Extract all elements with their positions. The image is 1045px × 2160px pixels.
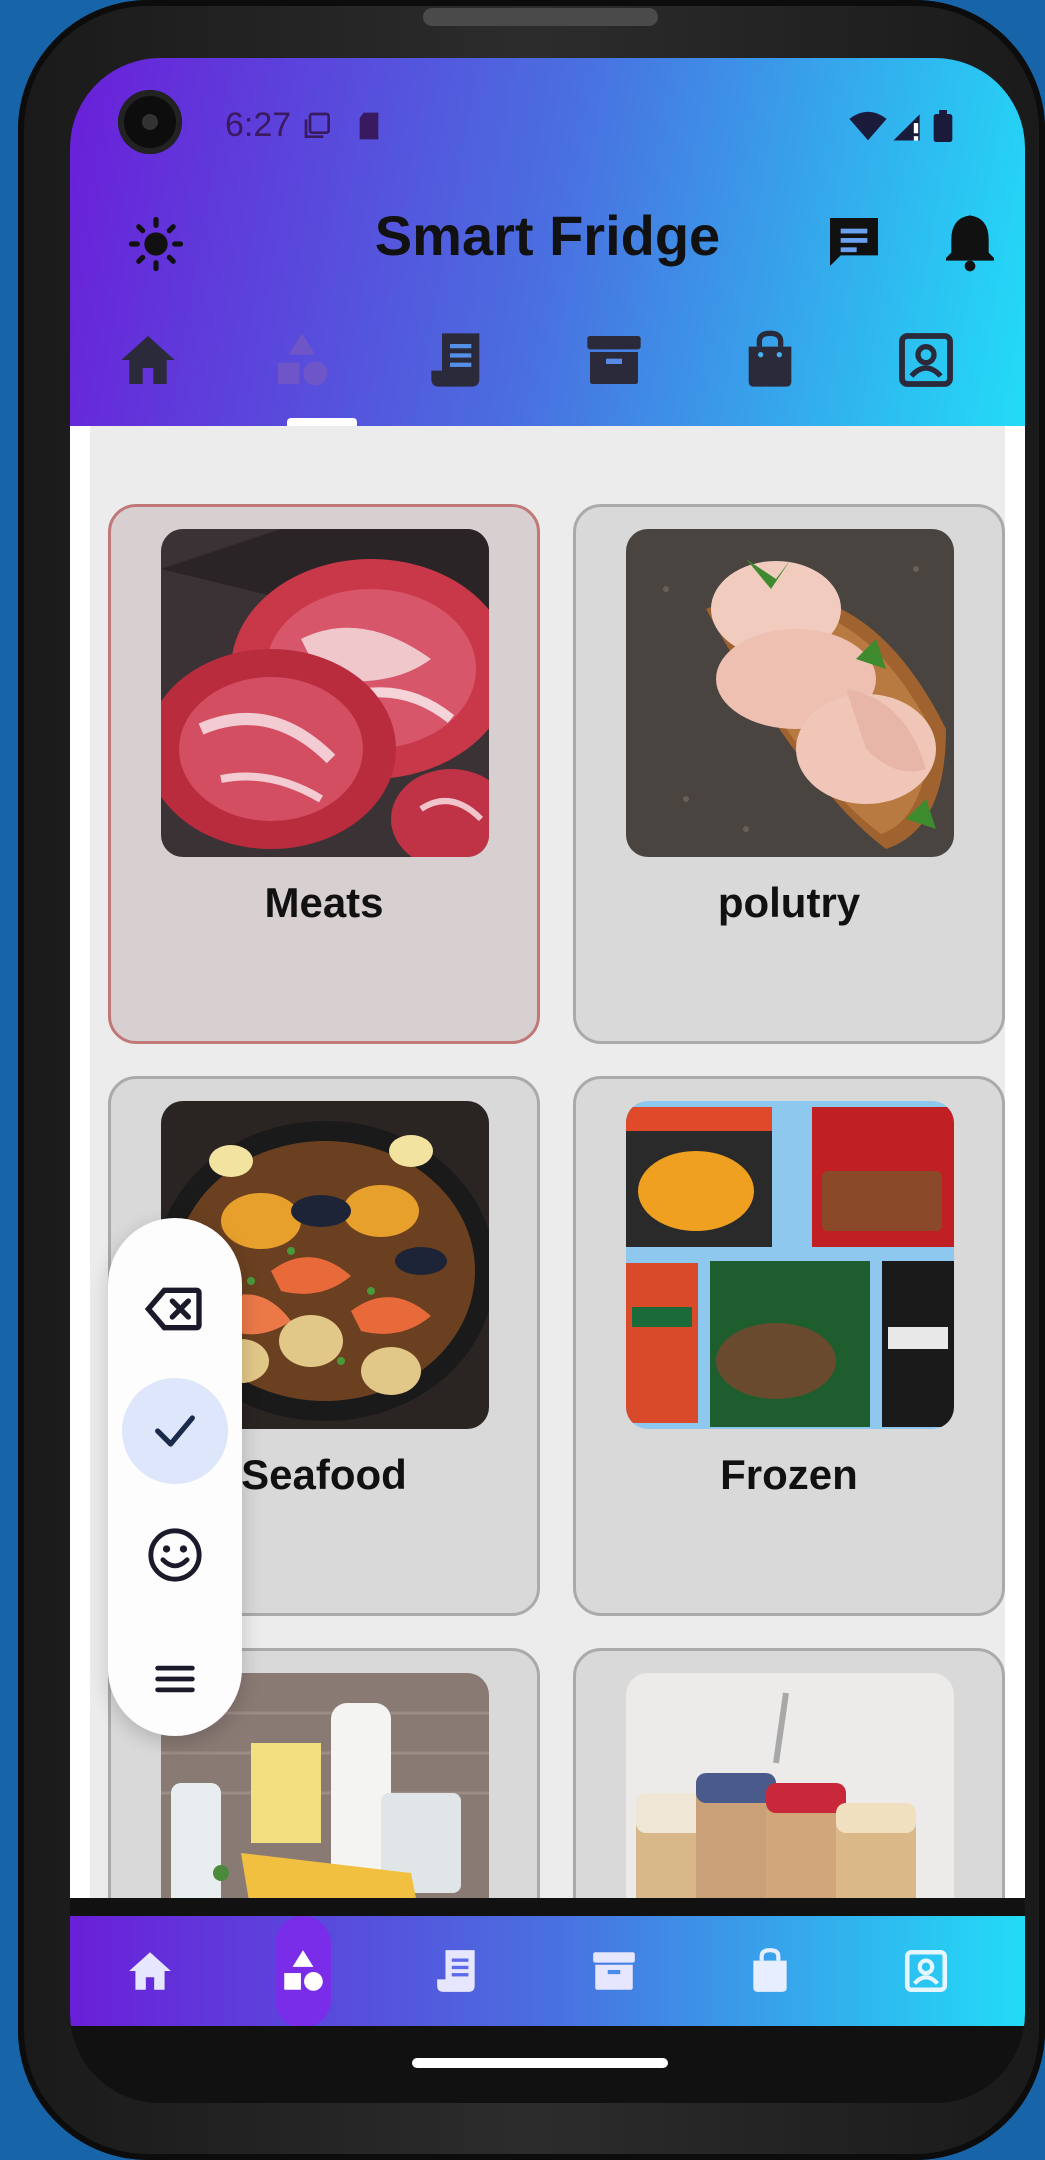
nav-receipts[interactable] — [408, 1916, 508, 2026]
cell-signal-icon — [893, 114, 920, 141]
floating-action-menu — [108, 1218, 242, 1736]
categories-icon — [278, 333, 328, 386]
battery-icon — [933, 110, 953, 142]
status-time: 6:27 — [225, 106, 292, 144]
nav-categories[interactable] — [253, 1916, 353, 2026]
smiley-icon — [148, 1528, 202, 1582]
sd-card-icon — [359, 112, 379, 140]
tab-receipts[interactable] — [408, 328, 508, 426]
wifi-icon — [849, 111, 887, 141]
shopping-bag-icon — [748, 330, 792, 387]
home-gesture-bar[interactable] — [412, 2058, 668, 2068]
tab-archive[interactable] — [564, 328, 664, 426]
receipt-icon — [437, 1950, 475, 1992]
nav-shopping[interactable] — [720, 1916, 820, 2026]
receipt-icon — [431, 333, 480, 387]
active-tab-indicator — [287, 418, 357, 426]
archive-icon — [593, 1952, 635, 1990]
bottom-navigation — [70, 1916, 1025, 2028]
backspace-button[interactable] — [122, 1256, 228, 1362]
frozen-image — [626, 1101, 954, 1429]
category-label: Frozen — [720, 1451, 858, 1498]
home-icon — [129, 1952, 171, 1990]
backspace-icon — [144, 1287, 202, 1331]
front-camera — [118, 90, 182, 154]
nav-profile[interactable] — [876, 1916, 976, 2026]
categories-icon — [284, 1950, 323, 1991]
category-card-frozen[interactable]: Frozen — [573, 1076, 1005, 1616]
category-card-polutry[interactable]: polutry — [573, 504, 1005, 1044]
menu-icon — [155, 1665, 195, 1693]
category-card-meats[interactable]: Meats — [108, 504, 540, 1044]
tab-shopping[interactable] — [720, 328, 820, 426]
confirm-button[interactable] — [122, 1378, 228, 1484]
home-icon — [121, 336, 175, 384]
tab-profile[interactable] — [876, 328, 976, 426]
phone-frame: 6:27 Smart Fridge Meats polutry Seafood … — [18, 0, 1045, 2160]
emoji-button[interactable] — [122, 1502, 228, 1608]
archive-icon — [587, 336, 641, 384]
chat-icon[interactable] — [822, 210, 886, 274]
check-icon — [155, 1415, 195, 1447]
notification-bell-icon[interactable] — [938, 210, 1002, 274]
meats-image — [161, 529, 489, 857]
nav-archive[interactable] — [564, 1916, 664, 2026]
screen: 6:27 Smart Fridge Meats polutry Seafood … — [70, 58, 1025, 2103]
status-bar: 6:27 — [70, 58, 1025, 188]
speaker-grille — [423, 8, 658, 26]
category-card-breakfast[interactable] — [573, 1648, 1005, 1898]
category-label: Meats — [264, 879, 384, 926]
app-header: 6:27 Smart Fridge — [70, 58, 1025, 426]
profile-icon — [904, 1949, 948, 1993]
tab-categories[interactable] — [252, 328, 352, 426]
nav-home[interactable] — [100, 1916, 200, 2026]
overnight-oats-image — [626, 1673, 954, 1898]
category-grid: Meats polutry Seafood Frozen — [70, 426, 1025, 1898]
screenshot-icon — [304, 112, 330, 138]
category-label: polutry — [717, 879, 861, 926]
profile-icon — [899, 333, 953, 387]
menu-button[interactable] — [122, 1626, 228, 1732]
top-tab-bar — [70, 328, 1025, 426]
shopping-bag-icon — [753, 1948, 787, 1992]
tab-home[interactable] — [98, 328, 198, 426]
poultry-image — [626, 529, 954, 857]
